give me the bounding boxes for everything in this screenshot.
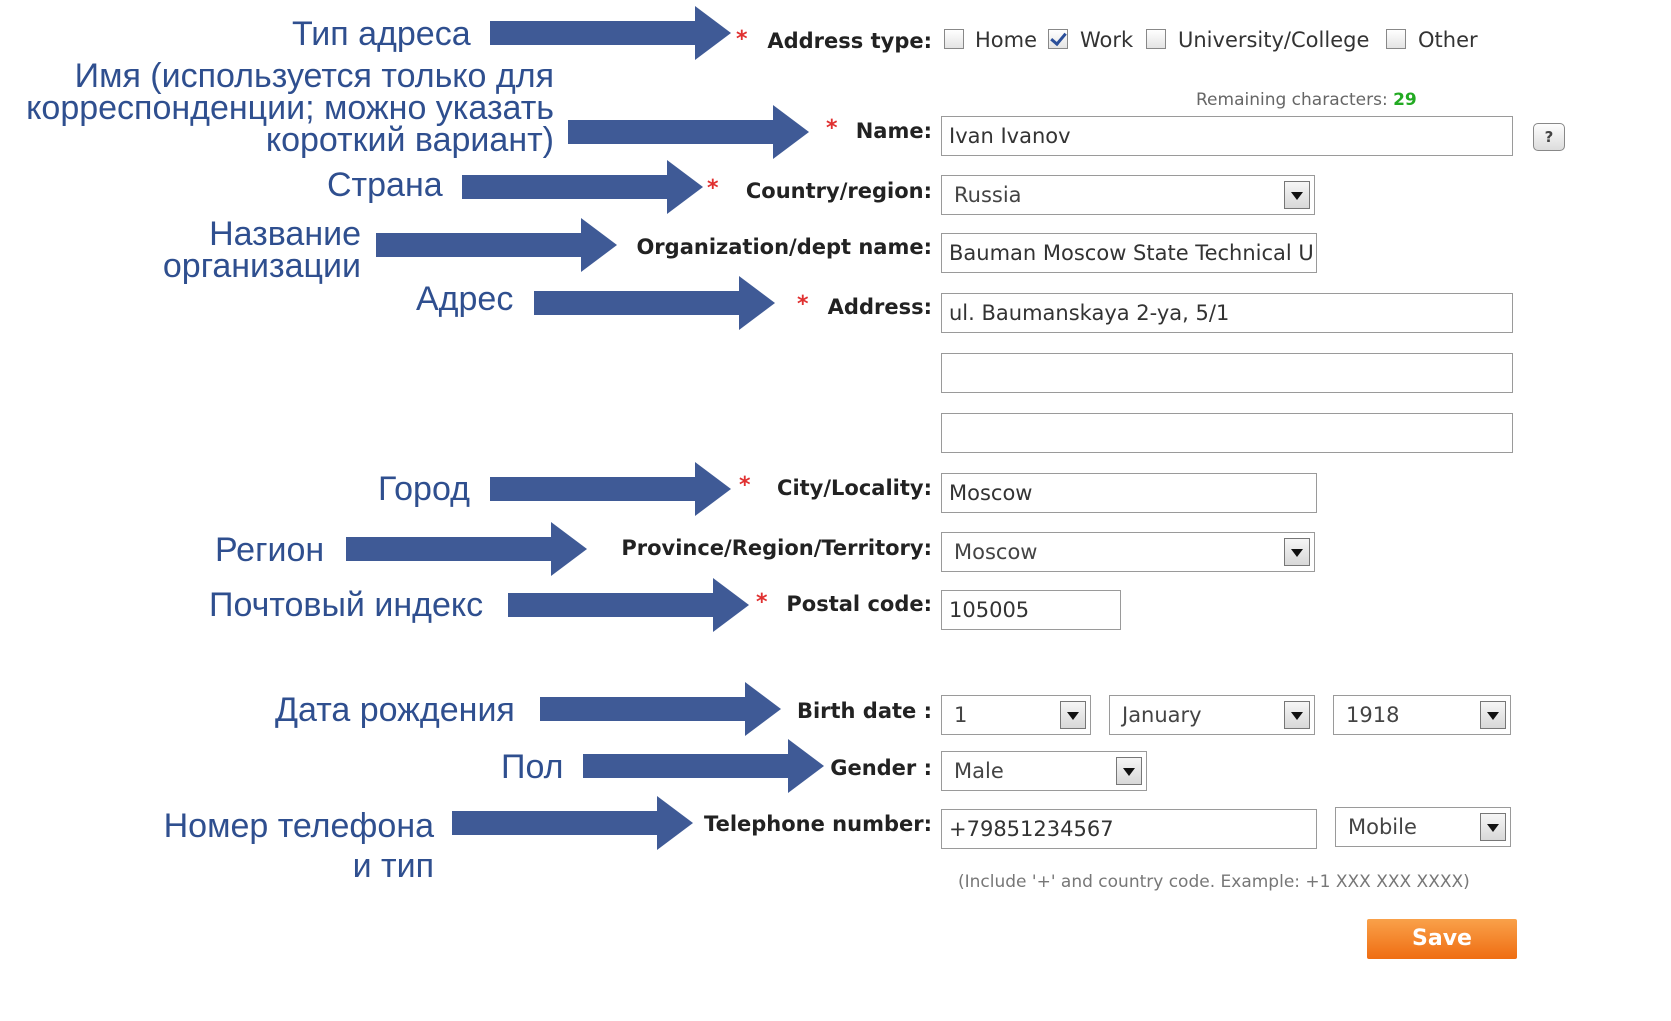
chevron-down-icon[interactable] bbox=[1284, 701, 1310, 729]
annotation-address: Адрес bbox=[416, 280, 514, 318]
required-star: * bbox=[707, 176, 719, 201]
telephone-hint: (Include '+' and country code. Example: … bbox=[958, 872, 1470, 892]
country-label: Country/region: bbox=[745, 179, 932, 203]
city-label: City/Locality: bbox=[777, 476, 932, 500]
annotation-name-line1: Имя (используется только для bbox=[74, 57, 554, 95]
address-line2-input[interactable] bbox=[941, 353, 1513, 393]
city-input[interactable]: Moscow bbox=[941, 473, 1317, 513]
address-line3-input[interactable] bbox=[941, 413, 1513, 453]
annotation-postal: Почтовый индекс bbox=[209, 586, 484, 624]
chevron-down-icon[interactable] bbox=[1116, 757, 1142, 785]
province-label: Province/Region/Territory: bbox=[621, 536, 932, 560]
required-star: * bbox=[739, 473, 751, 498]
arrow-country bbox=[462, 160, 703, 214]
address-label: Address: bbox=[827, 295, 932, 319]
organization-label: Organization/dept name: bbox=[636, 235, 932, 259]
province-select[interactable]: Moscow bbox=[941, 532, 1315, 572]
annotation-country: Страна bbox=[327, 166, 443, 204]
telephone-input[interactable]: +79851234567 bbox=[941, 809, 1317, 849]
arrow-gender bbox=[583, 739, 824, 793]
telephone-type-select[interactable]: Mobile bbox=[1335, 807, 1511, 847]
annotation-gender: Пол bbox=[501, 748, 564, 786]
country-value: Russia bbox=[954, 183, 1022, 207]
name-label: Name: bbox=[855, 119, 932, 143]
annotation-organization: Название организации bbox=[162, 215, 361, 285]
remaining-label: Remaining characters: bbox=[1196, 90, 1388, 110]
arrow-region bbox=[346, 522, 587, 576]
save-button[interactable]: Save bbox=[1367, 919, 1517, 959]
arrow-phone bbox=[452, 796, 693, 850]
annotation-region: Регион bbox=[215, 531, 325, 569]
chevron-down-icon[interactable] bbox=[1480, 813, 1506, 841]
annotation-name-line2: корреспонденции; можно указать bbox=[26, 89, 554, 127]
birth-year-value: 1918 bbox=[1346, 703, 1400, 727]
gender-value: Male bbox=[954, 759, 1004, 783]
checkbox-other[interactable] bbox=[1386, 29, 1406, 49]
annotation-phone-line2: и тип bbox=[352, 847, 434, 885]
birth-year-select[interactable]: 1918 bbox=[1333, 695, 1511, 735]
required-star: * bbox=[736, 27, 748, 52]
annotation-name: Имя (используется только для корреспонде… bbox=[26, 57, 554, 159]
birth-day-select[interactable]: 1 bbox=[941, 695, 1091, 735]
postal-label: Postal code: bbox=[786, 592, 932, 616]
chevron-down-icon[interactable] bbox=[1480, 701, 1506, 729]
checkbox-home[interactable] bbox=[944, 29, 964, 49]
annotation-phone: Номер телефона и тип bbox=[164, 806, 434, 886]
required-star: * bbox=[797, 292, 809, 317]
postal-input[interactable]: 105005 bbox=[941, 590, 1121, 630]
annotation-phone-line1: Номер телефона bbox=[163, 807, 434, 845]
birth-month-value: January bbox=[1122, 703, 1202, 727]
birth-date-label: Birth date : bbox=[796, 699, 932, 723]
checkbox-work[interactable] bbox=[1048, 29, 1068, 49]
chevron-down-icon[interactable] bbox=[1060, 701, 1086, 729]
arrow-name bbox=[568, 105, 809, 159]
annotation-org-line1: Название bbox=[209, 215, 361, 253]
gender-label: Gender : bbox=[830, 756, 932, 780]
checkbox-other-label[interactable]: Other bbox=[1418, 28, 1478, 52]
address-line1-input[interactable]: ul. Baumanskaya 2-ya, 5/1 bbox=[941, 293, 1513, 333]
required-star: * bbox=[826, 116, 838, 141]
chevron-down-icon[interactable] bbox=[1284, 538, 1310, 566]
name-input[interactable]: Ivan Ivanov bbox=[941, 116, 1513, 156]
name-help-button[interactable]: ? bbox=[1533, 123, 1565, 151]
birth-day-value: 1 bbox=[954, 703, 968, 727]
telephone-label: Telephone number: bbox=[704, 812, 932, 836]
telephone-type-value: Mobile bbox=[1348, 815, 1417, 839]
arrow-postal bbox=[508, 578, 749, 632]
remaining-characters: Remaining characters: 29 bbox=[1196, 90, 1417, 110]
annotation-address-type: Тип адреса bbox=[292, 15, 471, 53]
checkbox-university-label[interactable]: University/College bbox=[1178, 28, 1369, 52]
birth-month-select[interactable]: January bbox=[1109, 695, 1315, 735]
required-star: * bbox=[756, 590, 768, 615]
arrow-organization bbox=[376, 218, 617, 272]
checkbox-home-label[interactable]: Home bbox=[975, 28, 1037, 52]
province-value: Moscow bbox=[954, 540, 1038, 564]
gender-select[interactable]: Male bbox=[941, 751, 1147, 791]
arrow-city bbox=[490, 462, 731, 516]
annotation-birth: Дата рождения bbox=[275, 691, 515, 729]
checkbox-work-label[interactable]: Work bbox=[1080, 28, 1133, 52]
annotation-name-line3: короткий вариант) bbox=[265, 121, 554, 159]
country-select[interactable]: Russia bbox=[941, 175, 1315, 215]
remaining-count: 29 bbox=[1393, 90, 1417, 110]
annotation-city: Город bbox=[378, 470, 470, 508]
chevron-down-icon[interactable] bbox=[1284, 181, 1310, 209]
annotation-org-line2: организации bbox=[162, 247, 361, 285]
checkbox-university[interactable] bbox=[1146, 29, 1166, 49]
organization-input[interactable]: Bauman Moscow State Technical U bbox=[941, 233, 1317, 273]
address-type-label: Address type: bbox=[767, 29, 932, 53]
arrow-birth bbox=[540, 682, 781, 736]
arrow-address bbox=[534, 276, 775, 330]
arrow-address-type bbox=[490, 6, 731, 60]
